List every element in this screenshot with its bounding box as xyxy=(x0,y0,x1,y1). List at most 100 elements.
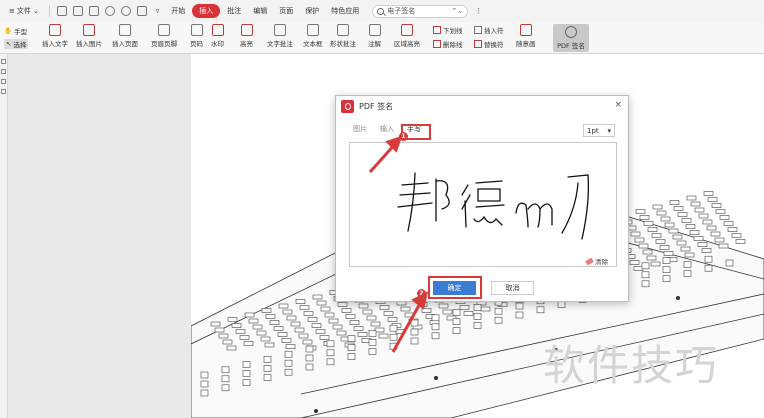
perforation-hole xyxy=(347,344,356,351)
text-note-button[interactable]: 文字批注 xyxy=(267,24,293,48)
perforation-hole xyxy=(710,231,721,237)
perforation-hole xyxy=(305,363,314,371)
perforation-hole xyxy=(243,341,254,346)
page-number-button[interactable]: 页码 xyxy=(190,24,203,48)
step-badge-1: 1 xyxy=(399,132,408,141)
tab-type[interactable]: 输入 xyxy=(380,124,394,134)
perforation-hole xyxy=(295,299,306,304)
tab-edit[interactable]: 编辑 xyxy=(248,4,272,18)
perforation-hole xyxy=(260,336,271,342)
shape-note-button[interactable]: 形状批注 xyxy=(330,24,356,48)
perforation-hole xyxy=(387,317,398,322)
pdf-sign-button[interactable]: PDF 签名 xyxy=(553,24,589,52)
perforation-hole xyxy=(284,368,293,376)
perforation-hole xyxy=(684,252,695,258)
perforation-hole xyxy=(263,356,272,363)
perforation-hole xyxy=(452,318,461,325)
perforation-hole xyxy=(410,328,419,336)
tab-protect[interactable]: 保护 xyxy=(300,4,324,18)
perforation-hole xyxy=(389,342,398,350)
perforation-hole xyxy=(633,266,644,271)
perforation-hole xyxy=(341,308,352,313)
perforation-hole xyxy=(686,195,697,201)
perforation-hole xyxy=(680,246,691,252)
clear-button[interactable]: 清除 xyxy=(585,256,608,266)
annotation-button[interactable]: 注解 xyxy=(368,24,381,48)
header-footer-button[interactable]: 页眉页脚 xyxy=(151,24,177,48)
perforation-hole xyxy=(290,321,301,327)
watermark-button[interactable]: 水印 xyxy=(211,24,224,48)
insert-mark-button[interactable]: 插入符 xyxy=(474,25,504,35)
perforation-hole xyxy=(647,227,658,232)
perforation-hole xyxy=(400,306,411,312)
perforation-hole xyxy=(642,249,653,255)
underline-button[interactable]: 下划线 xyxy=(433,25,463,35)
close-icon[interactable]: × xyxy=(614,100,622,110)
save-icon[interactable] xyxy=(72,6,83,16)
perforation-hole xyxy=(298,333,309,339)
ribbon-toolbar: ✋ 手型 ↖ 选择 插入文字 插入图片 插入页面 页眉页脚 页码 水印 高亮 文字批… xyxy=(0,22,764,54)
insert-text-button[interactable]: 插入文字 xyxy=(42,24,68,48)
tab-comment[interactable]: 批注 xyxy=(222,4,246,18)
file-menu[interactable]: ≡ 文件 ⌄ xyxy=(4,4,44,18)
perforation-hole xyxy=(264,342,275,348)
thumbnail-icon[interactable] xyxy=(1,59,6,64)
tab-features[interactable]: 特色应用 xyxy=(326,4,364,18)
perforation-hole xyxy=(694,207,705,213)
bookmark-icon[interactable] xyxy=(1,69,6,74)
strikethrough-icon xyxy=(433,40,441,48)
signature-icon xyxy=(565,26,577,38)
perforation-hole xyxy=(494,316,503,324)
perforation-hole xyxy=(362,309,373,315)
tab-image[interactable]: 图片 xyxy=(353,124,367,134)
perforation-hole xyxy=(389,324,398,332)
pen-size-select[interactable]: 1pt ▾ xyxy=(583,124,615,137)
attachment-icon[interactable] xyxy=(1,89,6,94)
perforation-hole xyxy=(410,319,419,327)
cancel-button[interactable]: 取消 xyxy=(491,281,534,295)
perforation-hole xyxy=(316,300,327,306)
perforation-hole xyxy=(273,326,284,331)
customize-icon[interactable]: ▿ xyxy=(151,5,165,17)
perforation-hole xyxy=(693,236,704,241)
perforation-hole xyxy=(662,275,671,282)
perforation-hole xyxy=(689,230,700,235)
search-input[interactable]: 电子签名 xyxy=(387,6,415,16)
select-tool[interactable]: ↖ 选择 xyxy=(4,39,29,49)
more-icon[interactable]: ⋮ xyxy=(470,5,487,17)
dialog-title: PDF 签名 xyxy=(359,101,394,111)
search-box[interactable]: 电子签名 ⌃⌄ xyxy=(372,4,469,18)
tab-home[interactable]: 开始 xyxy=(166,4,190,18)
replace-mark-button[interactable]: 替换符 xyxy=(474,39,504,49)
print-icon[interactable] xyxy=(88,6,99,16)
strikethrough-button[interactable]: 删除线 xyxy=(433,39,463,49)
text-icon xyxy=(49,24,61,36)
perforation-hole xyxy=(662,266,671,273)
perforation-hole xyxy=(715,209,726,214)
perforation-hole xyxy=(389,333,398,341)
tab-insert[interactable]: 插入 xyxy=(192,4,221,18)
perforation-hole xyxy=(281,338,292,343)
open-icon[interactable] xyxy=(56,6,67,16)
tab-page[interactable]: 页面 xyxy=(274,4,298,18)
area-highlight-button[interactable]: 区域高亮 xyxy=(394,24,420,48)
highlight-button[interactable]: 高亮 xyxy=(240,24,253,48)
chevron-up-down-icon[interactable]: ⌃⌄ xyxy=(452,7,464,15)
chevron-down-icon: ▾ xyxy=(607,126,611,135)
perforation-hole xyxy=(655,239,666,244)
signature-canvas[interactable] xyxy=(349,142,617,267)
insert-image-button[interactable]: 插入图片 xyxy=(76,24,102,48)
hand-tool[interactable]: ✋ 手型 xyxy=(4,26,27,36)
perforation-hole xyxy=(263,374,272,381)
annotation-list-icon[interactable] xyxy=(1,79,6,84)
perforation-hole xyxy=(315,329,326,334)
insert-page-button[interactable]: 插入页面 xyxy=(112,24,138,48)
undo-icon[interactable] xyxy=(104,6,115,16)
perforation-hole xyxy=(286,315,297,321)
redo-icon[interactable] xyxy=(120,6,131,16)
export-icon[interactable] xyxy=(136,6,147,16)
perforation-hole xyxy=(368,339,377,346)
perforation-hole xyxy=(210,321,221,327)
text-box-button[interactable]: 文本框 xyxy=(303,24,323,48)
freehand-button[interactable]: 随意画 xyxy=(516,24,536,48)
